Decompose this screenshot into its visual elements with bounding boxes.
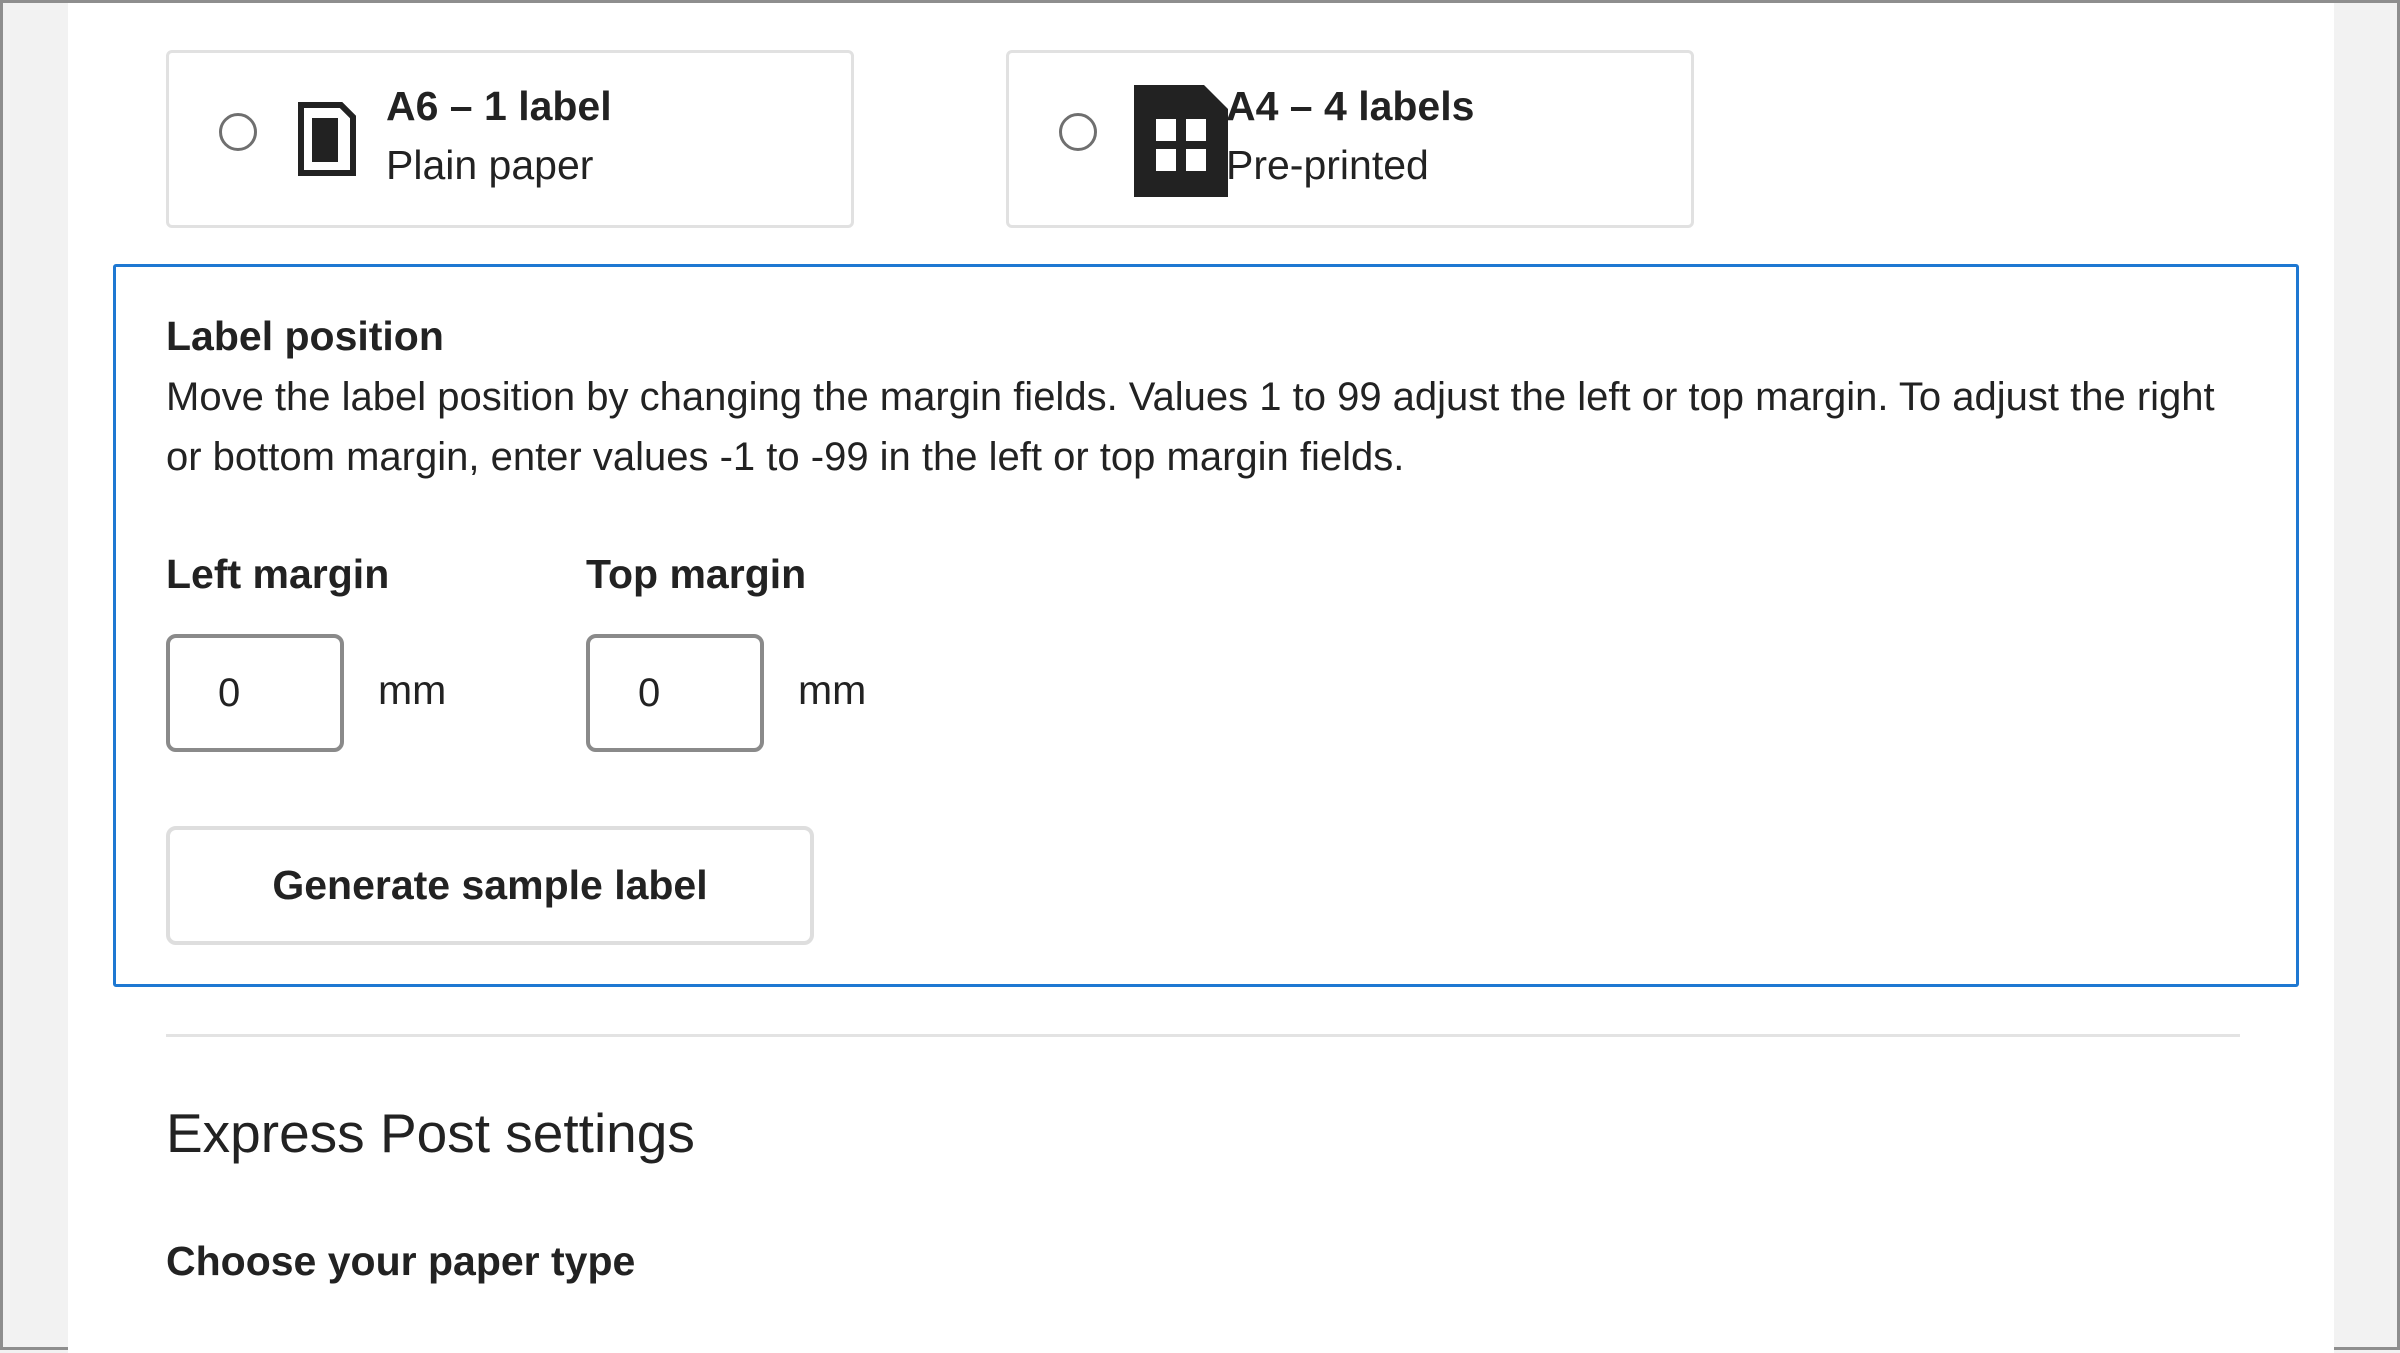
a6-radio-button[interactable] <box>219 113 257 151</box>
a4-option-title: A4 – 4 labels <box>1226 83 1475 129</box>
a6-option-title: A6 – 1 label <box>386 83 612 129</box>
settings-content: A6 – 1 label Plain paper A4 – 4 labels P… <box>68 3 2334 1353</box>
a4-radio-button[interactable] <box>1059 113 1097 151</box>
left-margin-label: Left margin <box>166 551 390 597</box>
label-position-title: Label position <box>166 313 444 359</box>
single-label-page-icon <box>297 101 357 182</box>
paper-type-heading: Choose your paper type <box>166 1238 636 1284</box>
left-margin-unit: mm <box>378 667 447 713</box>
a6-option-subtitle: Plain paper <box>386 142 594 188</box>
generate-sample-label-button[interactable]: Generate sample label <box>166 826 814 945</box>
left-margin-input[interactable] <box>166 634 344 752</box>
window-frame: A6 – 1 label Plain paper A4 – 4 labels P… <box>0 0 2400 1353</box>
top-margin-input[interactable] <box>586 634 764 752</box>
label-option-a4[interactable]: A4 – 4 labels Pre-printed <box>1006 50 1694 228</box>
a4-option-subtitle: Pre-printed <box>1226 142 1429 188</box>
four-label-page-icon <box>1134 85 1228 202</box>
label-position-panel: Label position Move the label position b… <box>113 264 2299 987</box>
top-margin-label: Top margin <box>586 551 807 597</box>
top-margin-unit: mm <box>798 667 867 713</box>
label-option-a6[interactable]: A6 – 1 label Plain paper <box>166 50 854 228</box>
express-post-settings-heading: Express Post settings <box>166 1102 695 1164</box>
section-divider <box>166 1034 2240 1037</box>
label-position-description: Move the label position by changing the … <box>166 375 2215 479</box>
